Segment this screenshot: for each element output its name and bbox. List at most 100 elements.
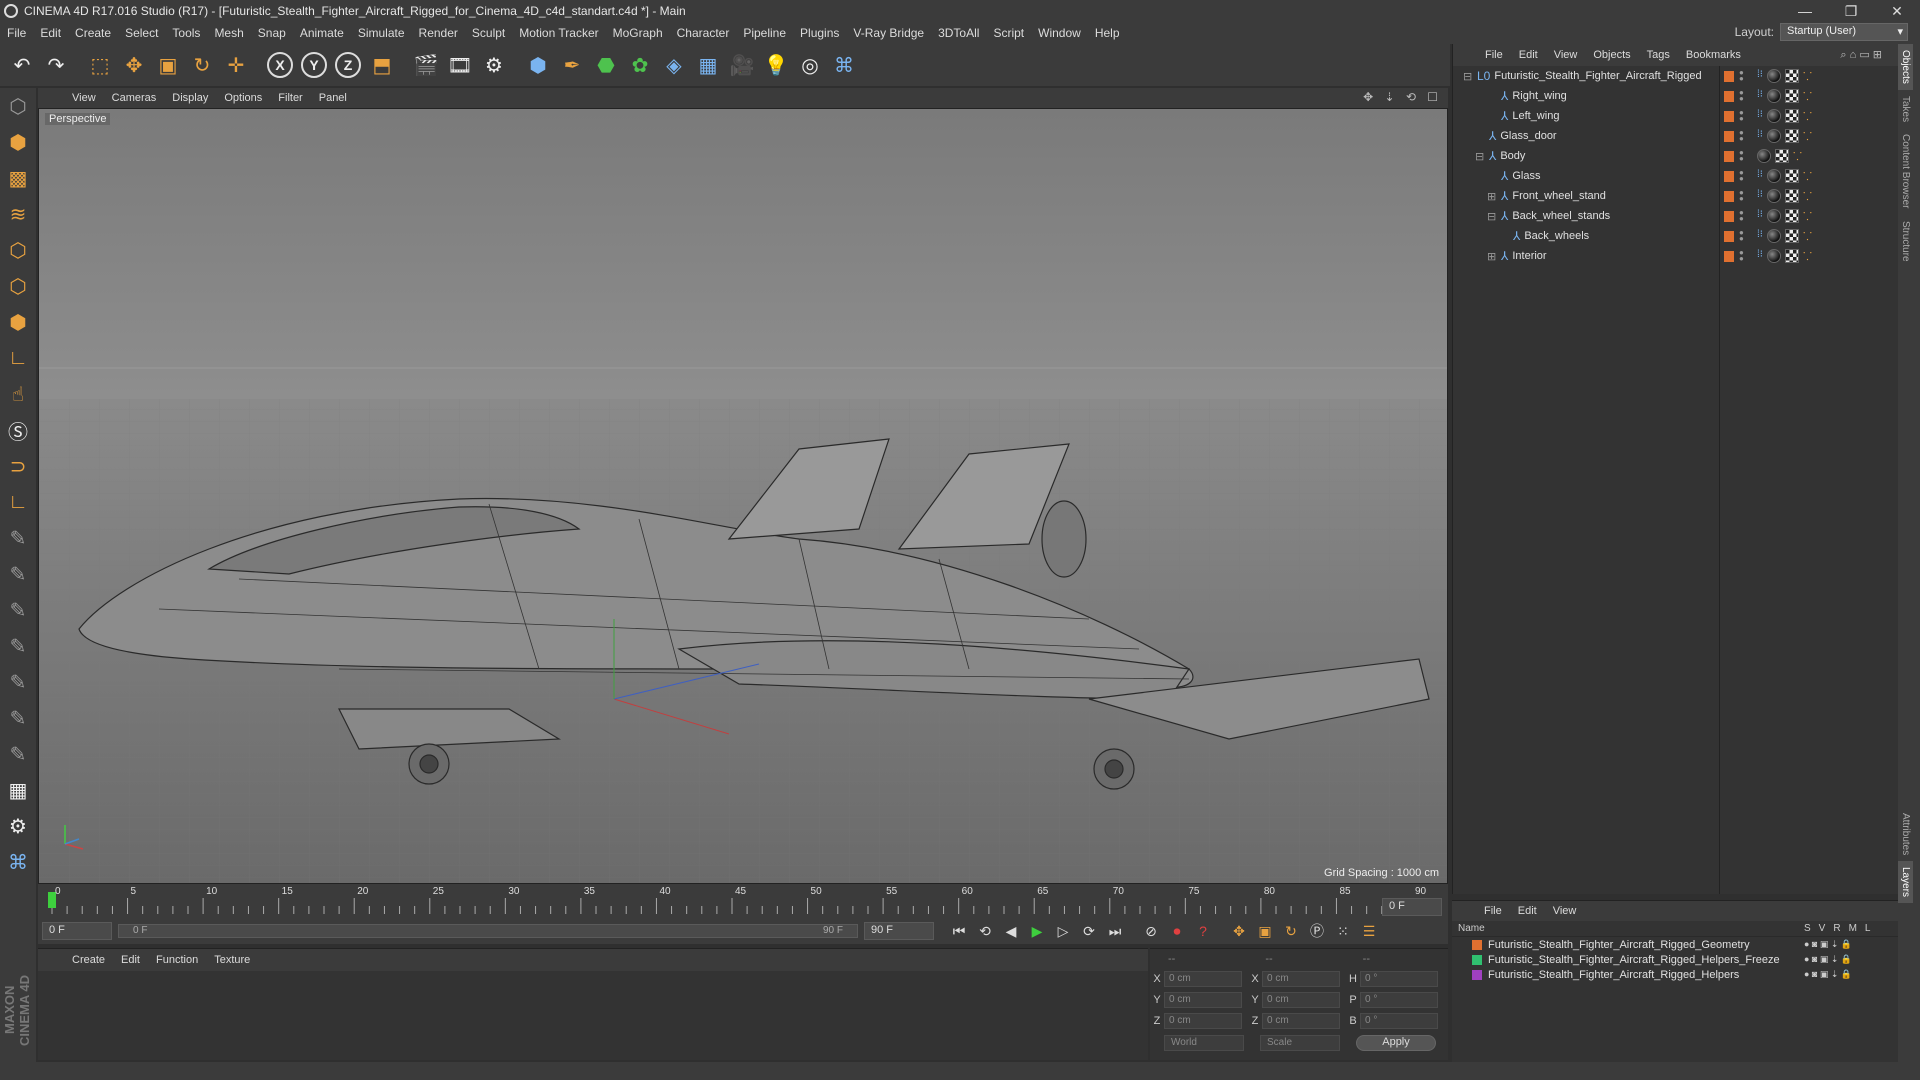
material-tag-icon[interactable] <box>1766 128 1781 143</box>
tab-structure[interactable]: Structure <box>1898 215 1913 268</box>
minimize-button[interactable]: — <box>1782 0 1828 22</box>
menu-mesh[interactable]: Mesh <box>207 26 250 40</box>
live-selection-icon[interactable]: ⬚ <box>84 48 116 82</box>
floor-environment-icon[interactable]: ▦ <box>692 48 724 82</box>
object-menu-objects[interactable]: Objects <box>1585 49 1638 61</box>
inflate-brush-icon[interactable]: ✎ <box>0 736 36 772</box>
material-tag-icon[interactable] <box>1766 188 1781 203</box>
scale-tool-icon[interactable]: ▣ <box>152 48 184 82</box>
layer-color-swatch[interactable] <box>1724 70 1734 82</box>
autokeying-icon[interactable]: ? <box>1190 920 1216 942</box>
material-tag-icon[interactable] <box>1766 248 1781 263</box>
object-row[interactable]: ⊞ ⅄ Interior ● ● ⁞⁝ ⸪ <box>1453 246 1898 266</box>
tab-takes[interactable]: Takes <box>1898 90 1913 128</box>
smooth-brush-icon[interactable]: ✎ <box>0 592 36 628</box>
object-menu-edit[interactable]: Edit <box>1511 49 1546 61</box>
end-frame-field[interactable]: 90 F <box>864 922 934 940</box>
ik-tag-icon[interactable]: ⸪ <box>1803 249 1812 264</box>
layer-color-swatch[interactable] <box>1472 969 1482 980</box>
visibility-dots-icon[interactable]: ● ● <box>1739 89 1744 103</box>
previous-key-button[interactable]: ⟲ <box>972 920 998 942</box>
key-scale-icon[interactable]: ▣ <box>1252 920 1278 942</box>
ik-dots-tag-icon[interactable]: ⁞⁝ <box>1757 169 1763 184</box>
material-tag-icon[interactable] <box>1766 108 1781 123</box>
layer-color-swatch[interactable] <box>1724 250 1734 262</box>
object-name[interactable]: Interior <box>1512 250 1546 262</box>
texture-tag-icon[interactable] <box>1784 248 1799 263</box>
layer-flag-icons[interactable]: ● ◙ ▣ ⇣ 🔒 <box>1804 969 1852 980</box>
layer-name[interactable]: Futuristic_Stealth_Fighter_Aircraft_Rigg… <box>1488 954 1780 966</box>
menu-mograph[interactable]: MoGraph <box>606 26 670 40</box>
ik-tag-icon[interactable]: ⸪ <box>1803 169 1812 184</box>
tweak-mode-icon[interactable]: ☝ <box>0 376 36 412</box>
texture-tag-icon[interactable] <box>1784 68 1799 83</box>
texture-tag-icon[interactable] <box>1784 108 1799 123</box>
menu-window[interactable]: Window <box>1031 26 1088 40</box>
render-picture-viewer-icon[interactable]: 🎞 <box>444 48 476 82</box>
layer-menu-file[interactable]: File <box>1476 905 1510 917</box>
texture-tag-icon[interactable] <box>1784 168 1799 183</box>
object-name[interactable]: Back_wheels <box>1524 230 1589 242</box>
visibility-dots-icon[interactable]: ● ● <box>1739 169 1744 183</box>
object-name[interactable]: Body <box>1500 150 1525 162</box>
next-key-button[interactable]: ⟳ <box>1076 920 1102 942</box>
layer-col-view[interactable]: V <box>1819 923 1826 934</box>
menu-select[interactable]: Select <box>118 26 165 40</box>
go-to-end-button[interactable]: ⏭ <box>1102 920 1128 942</box>
layer-col-locked[interactable]: L <box>1865 923 1871 934</box>
rotation-b-field[interactable]: 0 ° <box>1360 1013 1438 1029</box>
position-x-field[interactable]: 0 cm <box>1164 971 1242 987</box>
subdivision-surface-icon[interactable]: ⬣ <box>590 48 622 82</box>
object-row[interactable]: ⊟ ⅄ Back_wheel_stands ● ● ⁞⁝ ⸪ <box>1453 206 1898 226</box>
visibility-dots-icon[interactable]: ● ● <box>1739 69 1744 83</box>
tab-content-browser[interactable]: Content Browser <box>1898 128 1913 214</box>
flatten-brush-icon[interactable]: ✎ <box>0 700 36 736</box>
material-menu-function[interactable]: Function <box>148 954 206 966</box>
object-menu-tags[interactable]: Tags <box>1639 49 1678 61</box>
object-row[interactable]: ⊟ ⅄ Body ● ● ⸪ <box>1453 146 1898 166</box>
size-x-field[interactable]: 0 cm <box>1262 971 1340 987</box>
z-axis-lock-button[interactable]: Z <box>332 48 364 82</box>
material-tag-icon[interactable] <box>1766 208 1781 223</box>
layer-color-swatch[interactable] <box>1724 110 1734 122</box>
deformer-icon[interactable]: ◈ <box>658 48 690 82</box>
ik-tag-icon[interactable]: ⸪ <box>1803 69 1812 84</box>
viewport-navigation-icons[interactable]: ✥ ⇣ ⟲ ☐ <box>1363 90 1442 104</box>
texture-tag-icon[interactable] <box>1784 88 1799 103</box>
layer-color-swatch[interactable] <box>1724 170 1734 182</box>
size-z-field[interactable]: 0 cm <box>1262 1013 1340 1029</box>
viewport-menu-options[interactable]: Options <box>216 92 270 104</box>
ik-dots-tag-icon[interactable]: ⁞⁝ <box>1757 249 1763 264</box>
material-tag-icon[interactable] <box>1766 168 1781 183</box>
tree-expander-icon[interactable]: ⊞ <box>1487 250 1497 263</box>
object-row[interactable]: ⅄ Glass_door ● ● ⁞⁝ ⸪ <box>1453 126 1898 146</box>
cube-primitive-icon[interactable]: ⬢ <box>522 48 554 82</box>
previous-frame-button[interactable]: ◀ <box>998 920 1024 942</box>
ik-dots-tag-icon[interactable]: ⁞⁝ <box>1757 109 1763 124</box>
material-menu-create[interactable]: Create <box>64 954 113 966</box>
ik-tag-icon[interactable]: ⸪ <box>1793 149 1802 164</box>
maximize-button[interactable]: ❐ <box>1828 0 1874 22</box>
layer-color-swatch[interactable] <box>1724 90 1734 102</box>
layer-color-swatch[interactable] <box>1724 230 1734 242</box>
close-button[interactable]: ✕ <box>1874 0 1920 22</box>
layer-color-swatch[interactable] <box>1472 939 1482 950</box>
position-y-field[interactable]: 0 cm <box>1164 992 1242 1008</box>
coordinate-system-icon[interactable]: ⬒ <box>366 48 398 82</box>
key-rotation-icon[interactable]: ↻ <box>1278 920 1304 942</box>
layer-row[interactable]: Futuristic_Stealth_Fighter_Aircraft_Rigg… <box>1452 967 1898 982</box>
object-row[interactable]: ⅄ Left_wing ● ● ⁞⁝ ⸪ <box>1453 106 1898 126</box>
position-z-field[interactable]: 0 cm <box>1164 1013 1242 1029</box>
ik-dots-tag-icon[interactable]: ⁞⁝ <box>1757 69 1763 84</box>
viewport-menu-view[interactable]: View <box>64 92 104 104</box>
texture-tag-icon[interactable] <box>1784 188 1799 203</box>
apply-button[interactable]: Apply <box>1356 1035 1436 1051</box>
object-name[interactable]: Glass_door <box>1500 130 1556 142</box>
x-axis-lock-button[interactable]: X <box>264 48 296 82</box>
grab-brush-icon[interactable]: ✎ <box>0 664 36 700</box>
texture-tag-icon[interactable] <box>1784 128 1799 143</box>
start-frame-field[interactable]: 0 F <box>42 922 112 940</box>
layer-row[interactable]: Futuristic_Stealth_Fighter_Aircraft_Rigg… <box>1452 952 1898 967</box>
coordinate-space-dropdown[interactable]: World <box>1164 1035 1244 1051</box>
edges-mode-icon[interactable]: ⬡ <box>0 268 36 304</box>
